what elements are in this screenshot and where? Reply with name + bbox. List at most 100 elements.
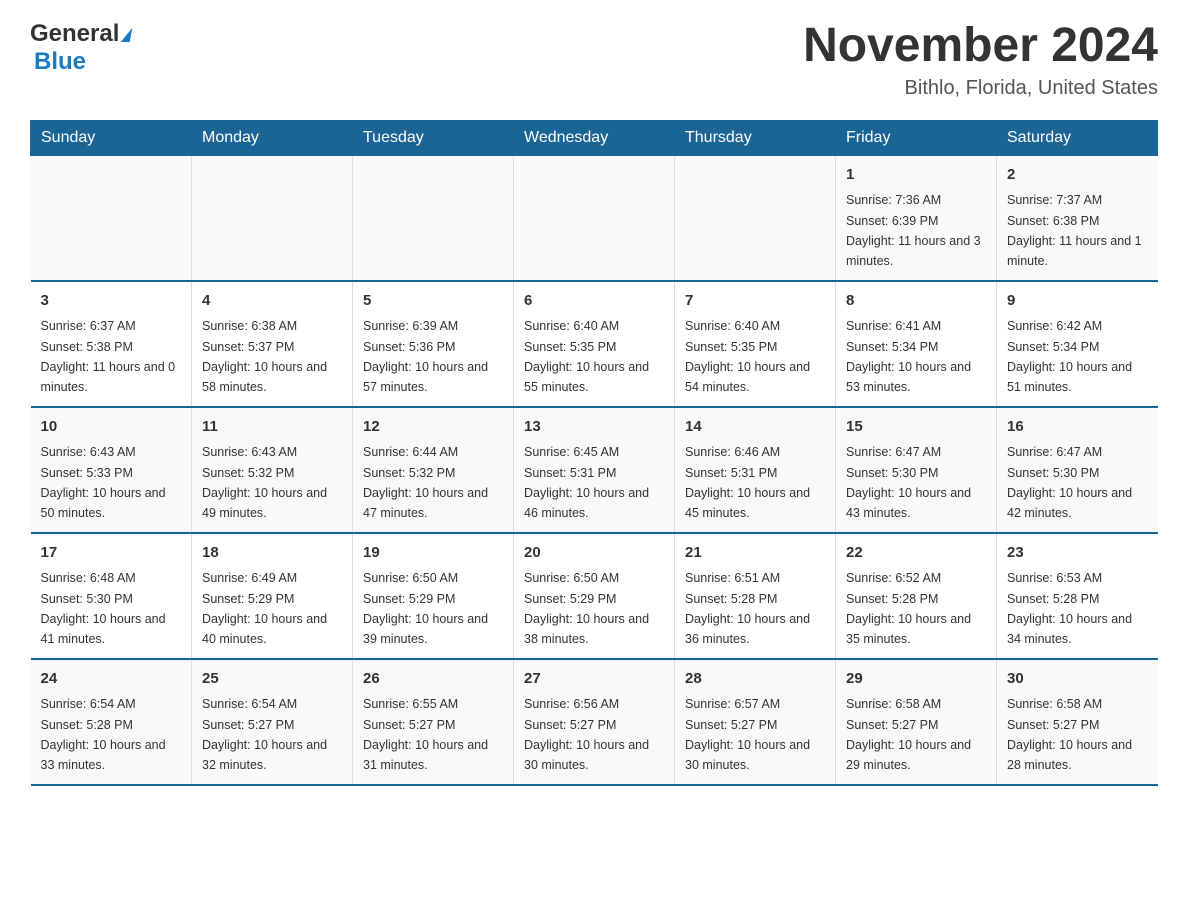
day-info: Sunrise: 6:54 AMSunset: 5:28 PMDaylight:…	[41, 697, 166, 772]
page-header: General Blue November 2024 Bithlo, Flori…	[30, 20, 1158, 100]
calendar-title: November 2024	[803, 20, 1158, 73]
day-info: Sunrise: 6:38 AMSunset: 5:37 PMDaylight:…	[202, 319, 327, 394]
calendar-cell: 4 Sunrise: 6:38 AMSunset: 5:37 PMDaylight…	[192, 281, 353, 407]
title-area: November 2024 Bithlo, Florida, United St…	[803, 20, 1158, 100]
calendar-cell	[353, 155, 514, 281]
day-number: 29	[846, 668, 986, 691]
day-number: 4	[202, 290, 342, 313]
day-number: 27	[524, 668, 664, 691]
day-number: 19	[363, 542, 503, 565]
calendar-cell	[514, 155, 675, 281]
day-number: 25	[202, 668, 342, 691]
calendar-cell: 3 Sunrise: 6:37 AMSunset: 5:38 PMDaylight…	[31, 281, 192, 407]
day-number: 21	[685, 542, 825, 565]
day-info: Sunrise: 6:53 AMSunset: 5:28 PMDaylight:…	[1007, 571, 1132, 646]
calendar-cell: 17 Sunrise: 6:48 AMSunset: 5:30 PMDayligh…	[31, 533, 192, 659]
day-info: Sunrise: 6:46 AMSunset: 5:31 PMDaylight:…	[685, 445, 810, 520]
logo-triangle-icon	[121, 28, 132, 42]
day-number: 20	[524, 542, 664, 565]
day-info: Sunrise: 6:37 AMSunset: 5:38 PMDaylight:…	[41, 319, 176, 394]
day-info: Sunrise: 6:42 AMSunset: 5:34 PMDaylight:…	[1007, 319, 1132, 394]
calendar-week-row: 10 Sunrise: 6:43 AMSunset: 5:33 PMDayligh…	[31, 407, 1158, 533]
day-number: 16	[1007, 416, 1148, 439]
day-info: Sunrise: 6:51 AMSunset: 5:28 PMDaylight:…	[685, 571, 810, 646]
calendar-cell: 6 Sunrise: 6:40 AMSunset: 5:35 PMDaylight…	[514, 281, 675, 407]
day-number: 9	[1007, 290, 1148, 313]
day-number: 22	[846, 542, 986, 565]
day-info: Sunrise: 6:47 AMSunset: 5:30 PMDaylight:…	[846, 445, 971, 520]
day-info: Sunrise: 6:40 AMSunset: 5:35 PMDaylight:…	[524, 319, 649, 394]
calendar-cell: 15 Sunrise: 6:47 AMSunset: 5:30 PMDayligh…	[836, 407, 997, 533]
day-number: 12	[363, 416, 503, 439]
calendar-cell: 30 Sunrise: 6:58 AMSunset: 5:27 PMDayligh…	[997, 659, 1158, 785]
day-info: Sunrise: 6:52 AMSunset: 5:28 PMDaylight:…	[846, 571, 971, 646]
day-number: 3	[41, 290, 182, 313]
day-info: Sunrise: 6:43 AMSunset: 5:32 PMDaylight:…	[202, 445, 327, 520]
calendar-table: SundayMondayTuesdayWednesdayThursdayFrid…	[30, 120, 1158, 786]
day-info: Sunrise: 6:47 AMSunset: 5:30 PMDaylight:…	[1007, 445, 1132, 520]
day-info: Sunrise: 7:37 AMSunset: 6:38 PMDaylight:…	[1007, 193, 1142, 268]
day-info: Sunrise: 6:50 AMSunset: 5:29 PMDaylight:…	[524, 571, 649, 646]
day-info: Sunrise: 7:36 AMSunset: 6:39 PMDaylight:…	[846, 193, 981, 268]
logo: General Blue	[30, 20, 131, 76]
calendar-cell: 1 Sunrise: 7:36 AMSunset: 6:39 PMDaylight…	[836, 155, 997, 281]
calendar-cell: 25 Sunrise: 6:54 AMSunset: 5:27 PMDayligh…	[192, 659, 353, 785]
header-thursday: Thursday	[675, 120, 836, 155]
calendar-week-row: 3 Sunrise: 6:37 AMSunset: 5:38 PMDaylight…	[31, 281, 1158, 407]
calendar-cell: 28Sunrise: 6:57 AMSunset: 5:27 PMDayligh…	[675, 659, 836, 785]
day-number: 14	[685, 416, 825, 439]
calendar-cell: 29 Sunrise: 6:58 AMSunset: 5:27 PMDayligh…	[836, 659, 997, 785]
calendar-cell	[31, 155, 192, 281]
calendar-cell: 21 Sunrise: 6:51 AMSunset: 5:28 PMDayligh…	[675, 533, 836, 659]
day-info: Sunrise: 6:49 AMSunset: 5:29 PMDaylight:…	[202, 571, 327, 646]
calendar-cell: 26Sunrise: 6:55 AMSunset: 5:27 PMDayligh…	[353, 659, 514, 785]
header-saturday: Saturday	[997, 120, 1158, 155]
day-info: Sunrise: 6:54 AMSunset: 5:27 PMDaylight:…	[202, 697, 327, 772]
day-number: 2	[1007, 164, 1148, 187]
calendar-cell: 23 Sunrise: 6:53 AMSunset: 5:28 PMDayligh…	[997, 533, 1158, 659]
header-friday: Friday	[836, 120, 997, 155]
day-info: Sunrise: 6:58 AMSunset: 5:27 PMDaylight:…	[1007, 697, 1132, 772]
day-number: 23	[1007, 542, 1148, 565]
calendar-subtitle: Bithlo, Florida, United States	[803, 77, 1158, 100]
calendar-cell: 16 Sunrise: 6:47 AMSunset: 5:30 PMDayligh…	[997, 407, 1158, 533]
day-info: Sunrise: 6:39 AMSunset: 5:36 PMDaylight:…	[363, 319, 488, 394]
day-info: Sunrise: 6:40 AMSunset: 5:35 PMDaylight:…	[685, 319, 810, 394]
day-number: 1	[846, 164, 986, 187]
day-info: Sunrise: 6:50 AMSunset: 5:29 PMDaylight:…	[363, 571, 488, 646]
calendar-cell: 10 Sunrise: 6:43 AMSunset: 5:33 PMDayligh…	[31, 407, 192, 533]
calendar-cell: 20 Sunrise: 6:50 AMSunset: 5:29 PMDayligh…	[514, 533, 675, 659]
calendar-cell: 13Sunrise: 6:45 AMSunset: 5:31 PMDayligh…	[514, 407, 675, 533]
day-info: Sunrise: 6:41 AMSunset: 5:34 PMDaylight:…	[846, 319, 971, 394]
day-number: 30	[1007, 668, 1148, 691]
day-number: 15	[846, 416, 986, 439]
day-number: 8	[846, 290, 986, 313]
calendar-cell	[192, 155, 353, 281]
logo-blue: Blue	[34, 48, 86, 75]
calendar-week-row: 24Sunrise: 6:54 AMSunset: 5:28 PMDayligh…	[31, 659, 1158, 785]
day-info: Sunrise: 6:48 AMSunset: 5:30 PMDaylight:…	[41, 571, 166, 646]
calendar-cell: 24Sunrise: 6:54 AMSunset: 5:28 PMDayligh…	[31, 659, 192, 785]
day-number: 6	[524, 290, 664, 313]
day-info: Sunrise: 6:44 AMSunset: 5:32 PMDaylight:…	[363, 445, 488, 520]
day-number: 18	[202, 542, 342, 565]
calendar-cell: 8 Sunrise: 6:41 AMSunset: 5:34 PMDaylight…	[836, 281, 997, 407]
calendar-week-row: 1 Sunrise: 7:36 AMSunset: 6:39 PMDaylight…	[31, 155, 1158, 281]
day-number: 17	[41, 542, 182, 565]
calendar-cell	[675, 155, 836, 281]
calendar-cell: 14 Sunrise: 6:46 AMSunset: 5:31 PMDayligh…	[675, 407, 836, 533]
logo-general: General	[30, 20, 119, 48]
day-info: Sunrise: 6:43 AMSunset: 5:33 PMDaylight:…	[41, 445, 166, 520]
day-number: 7	[685, 290, 825, 313]
calendar-cell: 11Sunrise: 6:43 AMSunset: 5:32 PMDayligh…	[192, 407, 353, 533]
day-info: Sunrise: 6:57 AMSunset: 5:27 PMDaylight:…	[685, 697, 810, 772]
day-number: 26	[363, 668, 503, 691]
header-sunday: Sunday	[31, 120, 192, 155]
day-info: Sunrise: 6:58 AMSunset: 5:27 PMDaylight:…	[846, 697, 971, 772]
day-number: 10	[41, 416, 182, 439]
calendar-cell: 5 Sunrise: 6:39 AMSunset: 5:36 PMDaylight…	[353, 281, 514, 407]
header-tuesday: Tuesday	[353, 120, 514, 155]
day-number: 5	[363, 290, 503, 313]
calendar-cell: 9 Sunrise: 6:42 AMSunset: 5:34 PMDaylight…	[997, 281, 1158, 407]
day-info: Sunrise: 6:45 AMSunset: 5:31 PMDaylight:…	[524, 445, 649, 520]
